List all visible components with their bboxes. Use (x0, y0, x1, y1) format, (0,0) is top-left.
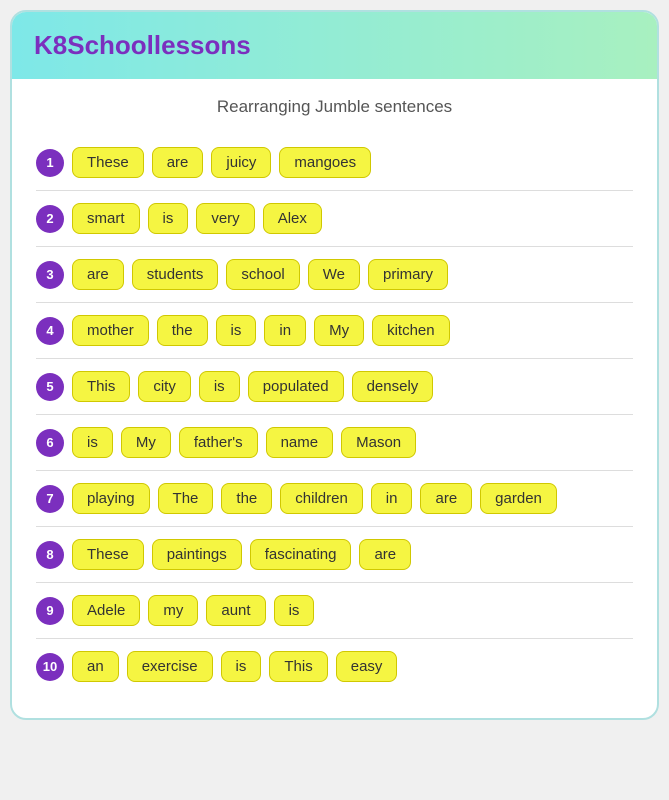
word-tag[interactable]: in (264, 315, 306, 346)
word-tag[interactable]: This (72, 371, 130, 402)
sentence-row: 2 smartisvery Alex (36, 191, 633, 247)
word-tag[interactable]: is (148, 203, 189, 234)
main-card: K8Schoollessons Rearranging Jumble sente… (10, 10, 659, 720)
word-tag[interactable]: exercise (127, 651, 213, 682)
sentence-row: 5 This cityis populated densely (36, 359, 633, 415)
sentence-row: 6 is My father's nameMason (36, 415, 633, 471)
header: K8Schoollessons (12, 12, 657, 79)
word-tag[interactable]: is (274, 595, 315, 626)
sentence-row: 10 an exercise isThis easy (36, 639, 633, 694)
sentence-number: 1 (36, 149, 64, 177)
word-tag[interactable]: mother (72, 315, 149, 346)
word-tag[interactable]: my (148, 595, 198, 626)
word-tag[interactable]: Alex (263, 203, 322, 234)
sentence-row: 8 These paintings fascinatingare (36, 527, 633, 583)
word-tag[interactable]: kitchen (372, 315, 450, 346)
word-tag[interactable]: school (226, 259, 299, 290)
word-tag[interactable]: paintings (152, 539, 242, 570)
word-tag[interactable]: My (121, 427, 171, 458)
word-tag[interactable]: My (314, 315, 364, 346)
word-tag[interactable]: juicy (211, 147, 271, 178)
sentence-row: 3 are studentsschool We primary (36, 247, 633, 303)
word-tag[interactable]: in (371, 483, 413, 514)
word-tag[interactable]: father's (179, 427, 258, 458)
word-tag[interactable]: Adele (72, 595, 140, 626)
word-tag[interactable]: aunt (206, 595, 265, 626)
sentence-number: 3 (36, 261, 64, 289)
word-tag[interactable]: The (158, 483, 214, 514)
sentence-number: 2 (36, 205, 64, 233)
word-tag[interactable]: are (359, 539, 411, 570)
word-tag[interactable]: city (138, 371, 191, 402)
sentence-number: 9 (36, 597, 64, 625)
word-tag[interactable]: These (72, 539, 144, 570)
word-tag[interactable]: This (269, 651, 327, 682)
word-tag[interactable]: fascinating (250, 539, 352, 570)
word-tag[interactable]: Mason (341, 427, 416, 458)
page-title: Rearranging Jumble sentences (36, 97, 633, 117)
sentence-number: 6 (36, 429, 64, 457)
content-area: Rearranging Jumble sentences 1Theseareju… (12, 79, 657, 718)
word-tag[interactable]: garden (480, 483, 557, 514)
sentence-row: 7 playing Thethe children inare garden (36, 471, 633, 527)
sentences-container: 1Thesearejuicymangoes2smartisveryAlex3ar… (36, 135, 633, 694)
sentence-number: 4 (36, 317, 64, 345)
word-tag[interactable]: an (72, 651, 119, 682)
word-tag[interactable]: smart (72, 203, 140, 234)
word-tag[interactable]: is (199, 371, 240, 402)
word-tag[interactable]: is (221, 651, 262, 682)
word-tag[interactable]: students (132, 259, 219, 290)
word-tag[interactable]: playing (72, 483, 150, 514)
word-tag[interactable]: the (221, 483, 272, 514)
word-tag[interactable]: are (420, 483, 472, 514)
word-tag[interactable]: children (280, 483, 363, 514)
word-tag[interactable]: densely (352, 371, 434, 402)
app-title: K8Schoollessons (34, 30, 251, 60)
word-tag[interactable]: is (72, 427, 113, 458)
word-tag[interactable]: the (157, 315, 208, 346)
sentence-row: 9 Adelemyauntis (36, 583, 633, 639)
word-tag[interactable]: We (308, 259, 360, 290)
sentence-number: 7 (36, 485, 64, 513)
sentence-row: 1 These arejuicy mangoes (36, 135, 633, 191)
word-tag[interactable]: are (152, 147, 204, 178)
sentence-number: 8 (36, 541, 64, 569)
sentence-number: 10 (36, 653, 64, 681)
word-tag[interactable]: is (216, 315, 257, 346)
word-tag[interactable]: very (196, 203, 254, 234)
sentence-number: 5 (36, 373, 64, 401)
word-tag[interactable]: These (72, 147, 144, 178)
word-tag[interactable]: name (266, 427, 334, 458)
word-tag[interactable]: populated (248, 371, 344, 402)
word-tag[interactable]: easy (336, 651, 398, 682)
word-tag[interactable]: are (72, 259, 124, 290)
word-tag[interactable]: mangoes (279, 147, 371, 178)
sentence-row: 4 mother theisin My kitchen (36, 303, 633, 359)
word-tag[interactable]: primary (368, 259, 448, 290)
